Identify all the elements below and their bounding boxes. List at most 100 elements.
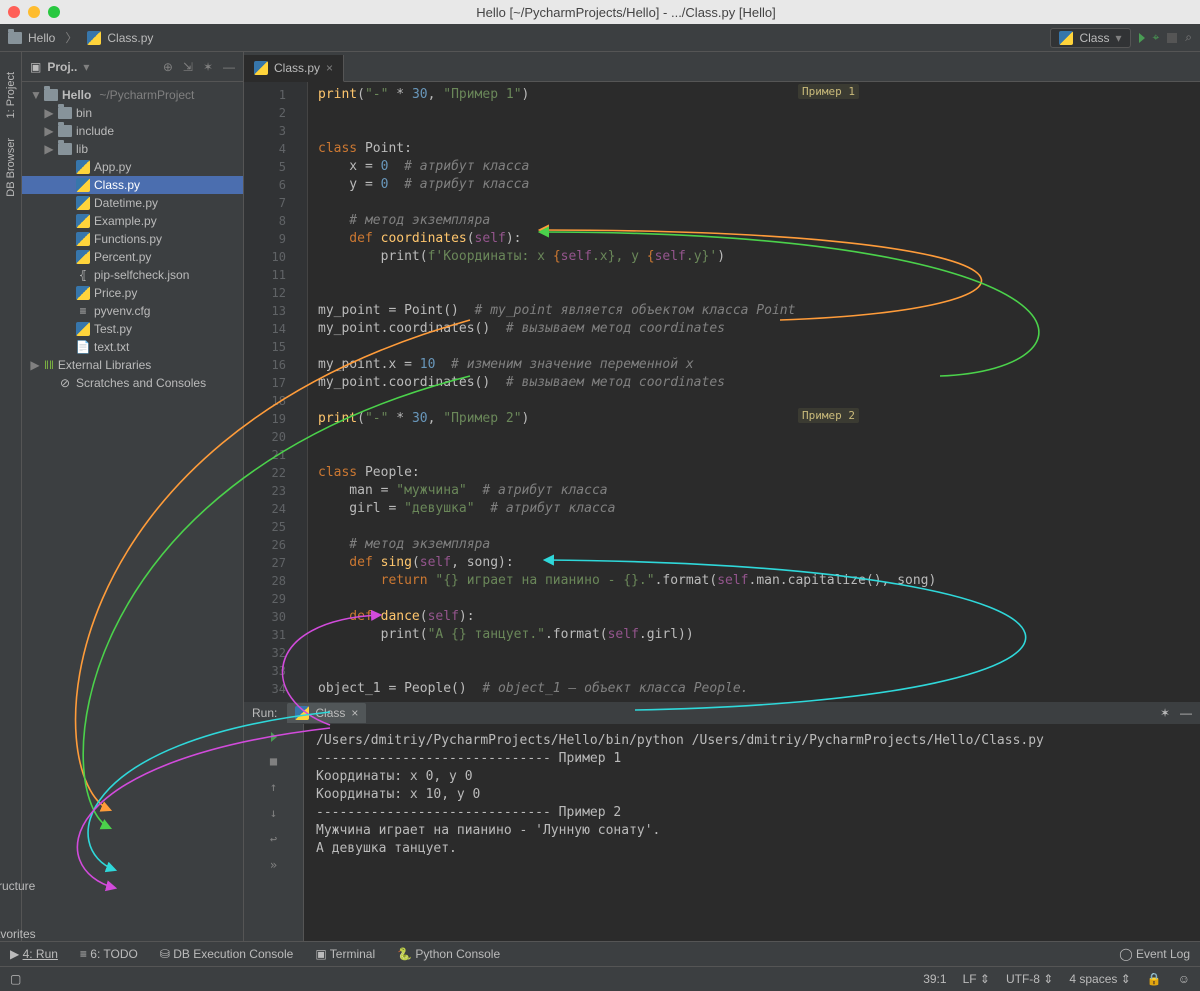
inline-annotation: Пример 1 — [798, 84, 859, 99]
run-tool-window: Run: Class× ✶ — ■ ↑ ↓ ↩ » /Users/dmitriy… — [244, 723, 1200, 941]
project-tool-window: ▣ Proj.. ▾ ⊕ ⇲ ✶ — ▼Hello~/PycharmProjec… — [22, 52, 244, 941]
tree-file[interactable]: Example.py — [22, 212, 243, 230]
gear-icon[interactable]: ✶ — [203, 60, 213, 74]
tree-file[interactable]: Price.py — [22, 284, 243, 302]
tree-folder[interactable]: ▶include — [22, 122, 243, 140]
debug-button-icon[interactable]: ⌖ — [1153, 30, 1160, 45]
python-file-icon — [76, 160, 90, 174]
tool-tab-db-console[interactable]: ⛁ DB Execution Console — [160, 947, 293, 961]
library-icon: ‖‖ — [44, 358, 54, 372]
close-tab-icon[interactable]: × — [351, 706, 358, 720]
run-config-selector[interactable]: Class ▾ — [1050, 28, 1130, 48]
tool-tab-favorites[interactable]: 2: Favorites — [0, 913, 36, 941]
text-file-icon: 📄 — [76, 340, 90, 354]
tree-file-selected[interactable]: Class.py — [22, 176, 243, 194]
navigation-bar: Hello 〉 Class.py Class ▾ ⌖ ⌕ — [0, 24, 1200, 52]
tree-file[interactable]: Test.py — [22, 320, 243, 338]
project-tree[interactable]: ▼Hello~/PycharmProject ▶bin ▶include ▶li… — [22, 82, 243, 396]
python-file-icon — [76, 178, 90, 192]
folder-icon — [58, 125, 72, 137]
tree-file[interactable]: ≡pyvenv.cfg — [22, 302, 243, 320]
tool-window-toggle-icon[interactable]: ▢ — [10, 972, 21, 986]
run-button-icon[interactable] — [1139, 33, 1145, 43]
python-file-icon — [76, 250, 90, 264]
inline-annotation: Пример 2 — [798, 408, 859, 423]
tool-tab-terminal[interactable]: ▣ Terminal — [315, 947, 375, 961]
gear-icon[interactable]: ✶ — [1160, 706, 1170, 720]
code-editor[interactable]: 1234567891011121314151617181920212223242… — [244, 82, 1200, 723]
wrap-icon[interactable]: ↩ — [270, 832, 277, 846]
hide-panel-icon[interactable]: — — [1180, 706, 1192, 720]
collapse-all-icon[interactable]: ⇲ — [183, 60, 193, 74]
tool-tab-todo[interactable]: ≡ 6: TODO — [80, 947, 138, 961]
lock-icon[interactable]: 🔒 — [1147, 972, 1162, 986]
window-title: Hello [~/PycharmProjects/Hello] - .../Cl… — [60, 5, 1192, 20]
chevron-down-icon: ▾ — [1115, 31, 1121, 45]
run-tab[interactable]: Class× — [287, 703, 366, 723]
editor-tab[interactable]: Class.py × — [244, 55, 344, 82]
python-file-icon — [76, 286, 90, 300]
python-file-icon — [76, 196, 90, 210]
fold-gutter[interactable] — [294, 82, 308, 723]
line-separator[interactable]: LF ⇕ — [963, 972, 990, 986]
tree-scratches[interactable]: ⊘Scratches and Consoles — [22, 374, 243, 392]
tree-external-libs[interactable]: ▶‖‖External Libraries — [22, 356, 243, 374]
tree-file[interactable]: Datetime.py — [22, 194, 243, 212]
python-file-icon — [254, 61, 268, 75]
editor-tabs: Class.py × — [244, 52, 1200, 82]
gutter[interactable]: 1234567891011121314151617181920212223242… — [244, 82, 294, 723]
up-icon[interactable]: ↑ — [270, 780, 277, 794]
tool-tab-run[interactable]: ▶ 4: Run — [10, 947, 58, 961]
indent-settings[interactable]: 4 spaces ⇕ — [1069, 972, 1130, 986]
stop-icon[interactable]: ■ — [270, 754, 277, 768]
search-icon[interactable]: ⌕ — [1185, 30, 1192, 45]
left-tool-gutter: 1: Project DB Browser — [0, 52, 22, 941]
python-file-icon — [87, 31, 101, 45]
close-tab-icon[interactable]: × — [326, 61, 333, 75]
tool-tab-structure[interactable]: 7: Structure — [0, 865, 35, 893]
file-encoding[interactable]: UTF-8 ⇕ — [1006, 972, 1053, 986]
python-file-icon — [76, 232, 90, 246]
zoom-window-icon[interactable] — [48, 6, 60, 18]
caret-position[interactable]: 39:1 — [923, 972, 946, 986]
chevron-down-icon[interactable]: ▾ — [83, 60, 89, 74]
expand-icon[interactable]: » — [270, 858, 277, 872]
hide-panel-icon[interactable]: — — [223, 60, 235, 74]
breadcrumb-file[interactable]: Class.py — [107, 31, 153, 45]
project-panel-title[interactable]: Proj.. — [47, 60, 77, 74]
stop-button-icon[interactable] — [1167, 33, 1177, 43]
tree-file[interactable]: Functions.py — [22, 230, 243, 248]
tree-folder[interactable]: ▶lib — [22, 140, 243, 158]
tool-tab-db-browser[interactable]: DB Browser — [5, 138, 17, 197]
minimize-window-icon[interactable] — [28, 6, 40, 18]
folder-icon — [58, 107, 72, 119]
python-icon — [295, 706, 309, 720]
tree-file[interactable]: App.py — [22, 158, 243, 176]
python-file-icon — [76, 214, 90, 228]
tree-folder[interactable]: ▶bin — [22, 104, 243, 122]
rerun-icon[interactable] — [271, 732, 277, 742]
target-icon[interactable]: ⊕ — [163, 60, 173, 74]
event-log-button[interactable]: ◯ Event Log — [1119, 947, 1190, 961]
tool-tab-python-console[interactable]: 🐍 Python Console — [397, 947, 500, 961]
close-window-icon[interactable] — [8, 6, 20, 18]
run-panel-label: Run: — [252, 706, 277, 720]
folder-icon — [44, 89, 58, 101]
tool-tab-project[interactable]: 1: Project — [5, 72, 17, 118]
chevron-right-icon: 〉 — [65, 29, 77, 46]
tree-file[interactable]: Percent.py — [22, 248, 243, 266]
tree-file[interactable]: ⦃pip-selfcheck.json — [22, 266, 243, 284]
folder-icon — [58, 143, 72, 155]
inspection-icon[interactable]: ☺ — [1178, 972, 1190, 986]
project-view-icon: ▣ — [30, 60, 41, 74]
python-icon — [1059, 31, 1073, 45]
tree-root[interactable]: ▼Hello~/PycharmProject — [22, 86, 243, 104]
down-icon[interactable]: ↓ — [270, 806, 277, 820]
run-toolbar: ■ ↑ ↓ ↩ » — [244, 724, 304, 941]
breadcrumb-project[interactable]: Hello — [28, 31, 55, 45]
status-bar: ▢ 39:1 LF ⇕ UTF-8 ⇕ 4 spaces ⇕ 🔒 ☺ — [0, 966, 1200, 991]
python-file-icon — [76, 322, 90, 336]
mac-titlebar: Hello [~/PycharmProjects/Hello] - .../Cl… — [0, 0, 1200, 24]
run-console-output[interactable]: /Users/dmitriy/PycharmProjects/Hello/bin… — [304, 724, 1200, 941]
tree-file[interactable]: 📄text.txt — [22, 338, 243, 356]
